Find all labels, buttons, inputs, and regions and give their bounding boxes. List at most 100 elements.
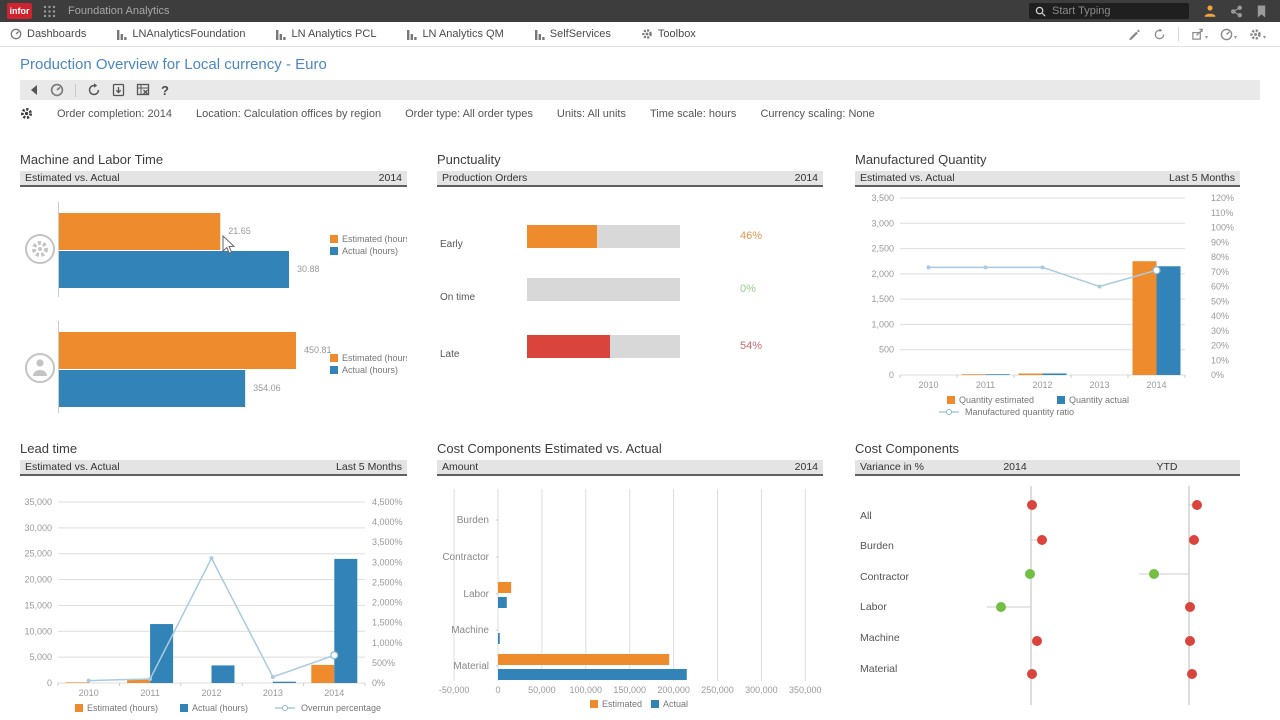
svg-text:3,500%: 3,500% xyxy=(372,537,403,547)
variance-dot[interactable] xyxy=(1032,636,1042,646)
bar-chart-icon xyxy=(116,29,127,40)
back-icon[interactable] xyxy=(29,84,39,96)
lead-time-chart[interactable]: 05,00010,00015,00020,00025,00030,00035,0… xyxy=(20,441,407,718)
cost-components-eva-chart[interactable]: -50,000050,000100,000150,000200,000250,0… xyxy=(437,441,823,718)
svg-text:Estimated (hours): Estimated (hours) xyxy=(342,353,407,363)
manufactured-quantity-chart[interactable]: 05001,0001,5002,0002,5003,0003,5000%10%2… xyxy=(855,152,1240,430)
bookmark-icon[interactable] xyxy=(1256,5,1267,18)
infor-logo[interactable]: infor xyxy=(7,3,32,19)
variance-dot[interactable] xyxy=(1149,569,1159,579)
variance-dot[interactable] xyxy=(1187,669,1197,679)
tab-lnanalyticsfoundation[interactable]: LNAnalyticsFoundation xyxy=(101,22,260,46)
variance-dot[interactable] xyxy=(1025,569,1035,579)
filter-gear-icon[interactable] xyxy=(20,107,33,120)
svg-text:Actual (hours): Actual (hours) xyxy=(342,365,398,375)
bar[interactable] xyxy=(59,213,220,250)
bar-estimated[interactable] xyxy=(498,654,669,665)
bar[interactable] xyxy=(59,370,245,407)
gear-icon xyxy=(641,28,653,40)
app-grid-icon[interactable] xyxy=(43,5,56,18)
bar-estimated[interactable] xyxy=(1133,261,1157,375)
export-excel-icon[interactable] xyxy=(136,83,150,97)
legend-swatch xyxy=(330,366,338,374)
svg-text:Actual (hours): Actual (hours) xyxy=(342,246,398,256)
refresh-icon[interactable] xyxy=(1153,28,1166,41)
export-pdf-icon[interactable] xyxy=(112,83,125,97)
svg-text:15,000: 15,000 xyxy=(24,600,52,610)
variance-dot[interactable] xyxy=(1027,669,1037,679)
variance-dot[interactable] xyxy=(1037,535,1047,545)
help-icon[interactable]: ? xyxy=(161,83,169,98)
svg-text:350,000: 350,000 xyxy=(789,685,822,695)
legend-swatch xyxy=(947,396,955,404)
bar-actual[interactable] xyxy=(334,559,357,683)
page-title: Production Overview for Local currency -… xyxy=(20,56,1280,73)
tab-label: LNAnalyticsFoundation xyxy=(132,28,245,40)
svg-text:0%: 0% xyxy=(372,678,385,688)
svg-text:40%: 40% xyxy=(1211,311,1229,321)
svg-text:200,000: 200,000 xyxy=(657,685,690,695)
bar-actual[interactable] xyxy=(498,597,507,608)
filter-currency-scaling[interactable]: Currency scaling: None xyxy=(760,108,874,120)
settings-gear-icon[interactable]: ▾ xyxy=(1249,28,1266,41)
punctuality-track[interactable] xyxy=(527,278,680,301)
svg-text:25,000: 25,000 xyxy=(24,549,52,559)
variance-dot[interactable] xyxy=(1192,500,1202,510)
machine-labor-chart[interactable]: 21.6530.88Estimated (hours)Actual (hours… xyxy=(20,152,407,430)
export-icon[interactable]: ▾ xyxy=(1191,28,1208,41)
bar-estimated[interactable] xyxy=(1019,373,1043,375)
svg-text:Labor: Labor xyxy=(463,589,489,600)
edit-pencil-icon[interactable] xyxy=(1128,28,1141,41)
dashboard-menu-icon[interactable]: ▾ xyxy=(1220,28,1237,41)
svg-text:3,500: 3,500 xyxy=(871,193,894,203)
variance-dot[interactable] xyxy=(1189,535,1199,545)
punctuality-row-label: On time xyxy=(440,292,475,303)
bar-estimated[interactable] xyxy=(962,374,986,375)
punctuality-track[interactable] xyxy=(527,335,680,358)
filter-order-completion[interactable]: Order completion: 2014 xyxy=(57,108,172,120)
svg-text:Material: Material xyxy=(453,661,489,672)
bar-actual[interactable] xyxy=(212,665,235,683)
dashboard-home-icon[interactable] xyxy=(50,83,64,97)
bar-actual[interactable] xyxy=(150,624,173,683)
tab-selfservices[interactable]: SelfServices xyxy=(519,22,626,46)
share-icon[interactable] xyxy=(1230,5,1243,18)
bar-estimated[interactable] xyxy=(66,682,89,683)
punctuality-chart[interactable]: Early46%On time0%Late54% xyxy=(437,152,823,430)
filter-time-scale[interactable]: Time scale: hours xyxy=(650,108,736,120)
search-placeholder: Start Typing xyxy=(1052,5,1111,17)
tab-ln-analytics-qm[interactable]: LN Analytics QM xyxy=(391,22,518,46)
bar-actual[interactable] xyxy=(1043,373,1067,375)
filter-location[interactable]: Location: Calculation offices by region xyxy=(196,108,381,120)
svg-text:5,000: 5,000 xyxy=(29,652,52,662)
tab-toolbox[interactable]: Toolbox xyxy=(626,22,711,46)
bar-actual[interactable] xyxy=(498,633,500,644)
variance-dot[interactable] xyxy=(1027,500,1037,510)
search-input[interactable]: Start Typing xyxy=(1029,3,1189,19)
tab-ln-analytics-pcl[interactable]: LN Analytics PCL xyxy=(260,22,391,46)
bar[interactable] xyxy=(59,332,296,369)
svg-text:Quantity estimated: Quantity estimated xyxy=(959,395,1034,405)
punctuality-track[interactable] xyxy=(527,225,680,248)
bar-actual[interactable] xyxy=(498,669,687,680)
bar-estimated[interactable] xyxy=(311,665,334,683)
variance-dot[interactable] xyxy=(996,602,1006,612)
svg-text:Overrun percentage: Overrun percentage xyxy=(301,703,381,713)
bar-chart-icon xyxy=(534,29,545,40)
svg-text:Labor: Labor xyxy=(860,601,887,613)
bar-actual[interactable] xyxy=(1157,266,1181,375)
user-icon[interactable] xyxy=(1203,4,1217,18)
filter-units[interactable]: Units: All units xyxy=(557,108,626,120)
svg-text:4,000%: 4,000% xyxy=(372,517,403,527)
refresh-icon[interactable] xyxy=(87,83,101,97)
bar-estimated[interactable] xyxy=(498,582,511,593)
bar-actual[interactable] xyxy=(273,682,296,683)
cost-components-variance-chart[interactable]: AllBurdenContractorLaborMachineMaterial xyxy=(855,441,1240,718)
bar[interactable] xyxy=(59,251,289,288)
variance-dot[interactable] xyxy=(1185,602,1195,612)
tab-label: LN Analytics QM xyxy=(422,28,503,40)
tab-dashboards[interactable]: Dashboards xyxy=(0,22,101,46)
bar-actual[interactable] xyxy=(986,374,1010,375)
filter-order-type[interactable]: Order type: All order types xyxy=(405,108,533,120)
variance-dot[interactable] xyxy=(1185,636,1195,646)
